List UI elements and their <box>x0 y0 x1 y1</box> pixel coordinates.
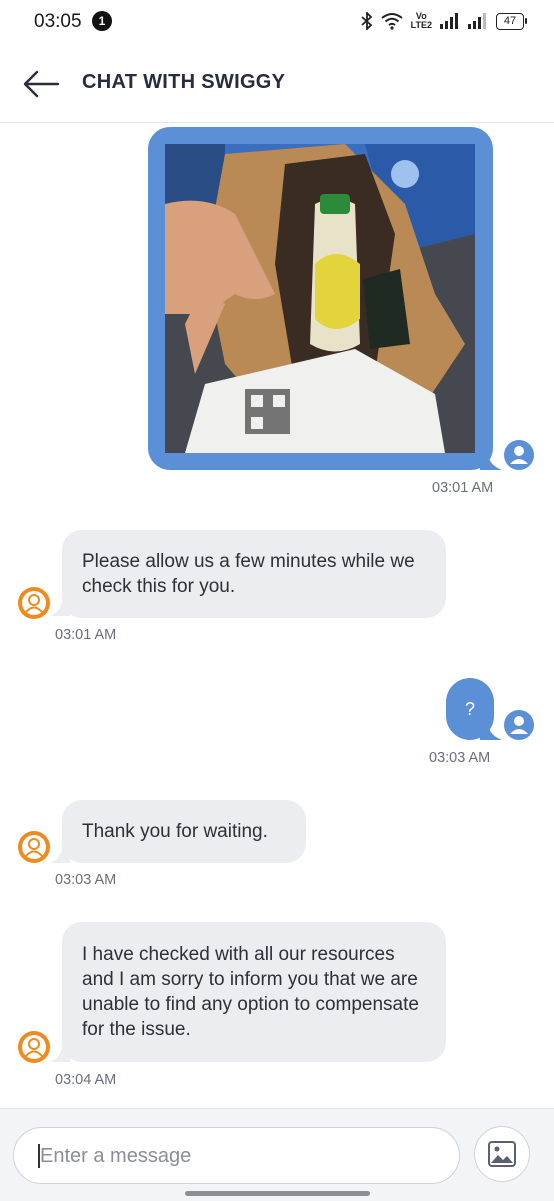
message-time: 03:03 AM <box>55 872 117 888</box>
bot-message-text: Thank you for waiting. <box>82 821 268 842</box>
bot-message-bubble: I have checked with all our resources an… <box>62 922 446 1062</box>
attach-image-button[interactable] <box>474 1126 530 1182</box>
arrow-left-icon[interactable] <box>22 68 60 100</box>
message-time: 03:03 AM <box>429 750 491 766</box>
status-bar: 03:05 1 Vo LTE2 47 <box>0 0 554 44</box>
message-time: 03:01 AM <box>432 480 494 496</box>
status-time: 03:05 <box>34 11 82 32</box>
user-avatar-icon <box>504 440 534 470</box>
bluetooth-icon <box>361 12 372 30</box>
photo-illustration <box>165 144 475 453</box>
attached-photo[interactable] <box>165 144 475 453</box>
bot-message-text: Please allow us a few minutes while we c… <box>82 551 415 597</box>
bot-message-text: I have checked with all our resources an… <box>82 944 419 1040</box>
message-input-wrapper[interactable] <box>13 1127 460 1185</box>
volte-bottom: LTE2 <box>410 20 432 30</box>
bot-avatar-icon <box>18 587 50 619</box>
user-avatar-icon <box>504 710 534 740</box>
user-message-text: ? <box>464 699 475 719</box>
bot-avatar-icon <box>18 1031 50 1063</box>
message-input[interactable] <box>38 1128 442 1185</box>
bot-message-bubble: Please allow us a few minutes while we c… <box>62 530 446 618</box>
status-icons: Vo LTE2 47 <box>361 10 527 32</box>
wifi-icon <box>381 13 403 30</box>
volte-indicator: Vo LTE2 <box>411 12 432 30</box>
notification-badge: 1 <box>92 11 112 31</box>
image-icon <box>488 1141 516 1167</box>
page-title: CHAT WITH SWIGGY <box>82 71 286 93</box>
chat-header: CHAT WITH SWIGGY <box>0 44 554 123</box>
bot-message-bubble: Thank you for waiting. <box>62 800 306 863</box>
signal-icon-2 <box>468 13 486 29</box>
signal-icon-1 <box>440 13 458 29</box>
text-cursor <box>38 1144 40 1168</box>
bubble-tail <box>480 718 502 740</box>
message-time: 03:01 AM <box>55 627 117 643</box>
bubble-tail <box>480 448 502 470</box>
home-indicator <box>185 1191 370 1196</box>
message-time: 03:04 AM <box>55 1072 117 1088</box>
bot-avatar-icon <box>18 831 50 863</box>
battery-icon: 47 <box>496 12 527 30</box>
